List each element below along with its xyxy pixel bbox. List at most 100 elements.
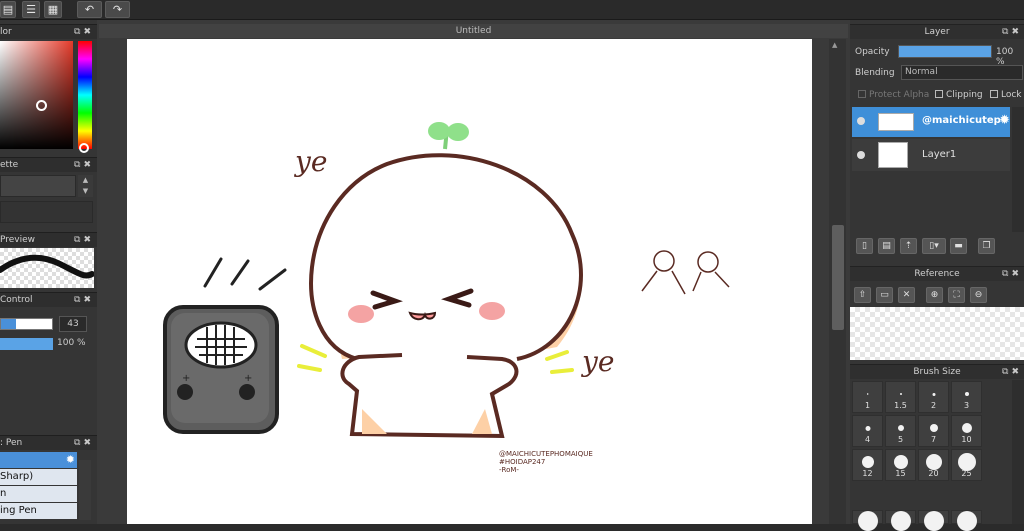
layer-name[interactable]: @maichicutep [922, 115, 1001, 126]
layer-row-selected[interactable]: @maichicutep ✹ [852, 107, 1010, 137]
brush-size-dot [857, 511, 878, 531]
panel-controls-icon[interactable]: ⧉✖ [1002, 365, 1022, 379]
brush-list-item[interactable]: ing Pen [0, 503, 77, 519]
brush-size-cell[interactable]: 4 [852, 415, 883, 447]
list-icon[interactable]: ☰ [22, 1, 40, 18]
brush-size-panel-header: Brush Size ⧉✖ [850, 364, 1024, 379]
brush-size-scrollbar[interactable] [1012, 380, 1024, 524]
watermark: @MAICHICUTEPHOMAIQUE #HOIDAP247 -RoM- [499, 450, 593, 474]
add-layer-menu-icon[interactable]: ▯▾ [922, 238, 946, 254]
brush-size-label: 20 [928, 469, 939, 478]
svg-text:+: + [244, 373, 252, 384]
zoom-out-icon[interactable]: ⊖ [970, 287, 987, 303]
color-picker-cursor[interactable] [36, 100, 47, 111]
new-layer-icon[interactable]: ▯ [856, 238, 873, 254]
brush-list-item[interactable]: Sharp) [0, 469, 77, 485]
brush-size-cell[interactable]: 1 [852, 381, 883, 413]
layer-panel-title: Layer [924, 27, 950, 37]
panel-controls-icon[interactable]: ⧉✖ [1002, 25, 1022, 39]
brush-list-selected-item[interactable]: ✹ [0, 452, 77, 468]
page-icon[interactable]: ▤ [0, 1, 16, 18]
scroll-up-icon[interactable]: ▲ [832, 41, 837, 49]
brush-list-item[interactable]: n [0, 486, 77, 502]
color-panel-title: lor [0, 27, 12, 37]
brush-size-label: 3 [963, 401, 970, 410]
brush-size-cell[interactable]: 12 [852, 449, 883, 481]
blending-label: Blending [855, 68, 895, 78]
brush-list-scrollbar[interactable] [79, 460, 91, 520]
brush-size-value[interactable]: 43 [59, 316, 87, 332]
ye-text-right: ye [580, 345, 614, 378]
document-tab[interactable]: Untitled [99, 24, 848, 38]
canvas-scroll-thumb[interactable] [832, 225, 844, 330]
protect-alpha-label: Protect Alpha [869, 90, 930, 100]
layer-list-scrollbar[interactable] [1012, 107, 1024, 232]
brush-size-cell[interactable] [951, 510, 982, 531]
reference-canvas[interactable] [850, 307, 1024, 360]
panel-controls-icon[interactable]: ⧉✖ [1002, 267, 1022, 281]
brush-size-cell[interactable]: 10 [951, 415, 982, 447]
gear-icon[interactable]: ✹ [66, 453, 75, 466]
brush-size-cell[interactable]: 2 [918, 381, 949, 413]
brush-size-cell[interactable]: 20 [918, 449, 949, 481]
panel-controls-icon[interactable]: ⧉✖ [74, 293, 94, 307]
duplicate-icon[interactable]: ❐ [978, 238, 995, 254]
zoom-in-icon[interactable]: ⊕ [926, 287, 943, 303]
brush-size-label: 12 [862, 469, 873, 478]
redo-icon[interactable]: ↷ [105, 1, 130, 18]
brush-size-slider[interactable] [0, 318, 53, 330]
sprout-drawing [428, 122, 469, 150]
brush-size-label: 4 [864, 435, 871, 444]
new-layer-copy-icon[interactable]: ▤ [878, 238, 895, 254]
blending-mode-select[interactable]: Normal [901, 65, 1023, 80]
brush-size-label: 2 [930, 401, 937, 410]
gear-icon[interactable]: ✹ [999, 113, 1010, 128]
brush-size-label: 1 [864, 401, 871, 410]
color-panel-header: lor ⧉✖ [0, 24, 97, 39]
palette-panel-header: ette ⧉✖ [0, 157, 97, 172]
folder-icon[interactable]: ▬ [950, 238, 967, 254]
layer-thumbnail [878, 113, 914, 131]
brush-size-cell[interactable]: 15 [885, 449, 916, 481]
protect-alpha-checkbox[interactable]: Protect Alpha [858, 90, 929, 100]
close-icon[interactable]: ✕ [898, 287, 915, 303]
panel-controls-icon[interactable]: ⧉✖ [74, 158, 94, 172]
palette-swatches[interactable] [0, 175, 76, 197]
brush-size-cell[interactable]: 1.5 [885, 381, 916, 413]
brush-size-cell[interactable]: 5 [885, 415, 916, 447]
brush-size-cell[interactable] [885, 510, 916, 531]
drawing-canvas[interactable]: + + ye ye @MAICHICUTEPHOMAIQUE #HOIDAP24… [127, 39, 812, 524]
upload-icon[interactable]: ⇧ [854, 287, 871, 303]
brush-size-cell[interactable]: 25 [951, 449, 982, 481]
brush-size-dot [861, 456, 874, 468]
visibility-eye-icon[interactable] [857, 117, 865, 125]
hue-slider-cursor[interactable] [79, 143, 89, 153]
brush-size-cell[interactable]: 3 [951, 381, 982, 413]
brush-size-label: 15 [895, 469, 906, 478]
visibility-eye-icon[interactable] [857, 151, 865, 159]
layer-name[interactable]: Layer1 [922, 149, 956, 160]
undo-icon[interactable]: ↶ [77, 1, 102, 18]
brush-opacity-slider[interactable] [0, 338, 53, 350]
clipping-checkbox[interactable]: Clipping [935, 90, 983, 100]
panel-controls-icon[interactable]: ⧉✖ [74, 436, 94, 450]
lock-checkbox[interactable]: Lock [990, 90, 1022, 100]
layer-thumbnail [878, 142, 908, 168]
brush-size-cell[interactable]: 7 [918, 415, 949, 447]
new-layer-up-icon[interactable]: ⇡ [900, 238, 917, 254]
hue-slider[interactable] [78, 41, 92, 149]
layer-opacity-slider[interactable] [898, 45, 992, 58]
panel-controls-icon[interactable]: ⧉✖ [74, 233, 94, 247]
watermark-line-1: @MAICHICUTEPHOMAIQUE [499, 450, 593, 458]
open-folder-icon[interactable]: ▭ [876, 287, 893, 303]
layer-row[interactable]: Layer1 [852, 139, 1010, 171]
color-saturation-square[interactable] [0, 41, 73, 149]
brush-size-cell[interactable] [852, 510, 883, 531]
palette-scroll-icon[interactable]: ▲ ▼ [78, 175, 93, 197]
fit-screen-icon[interactable]: ⛶ [948, 287, 965, 303]
brush-size-dot [925, 454, 942, 470]
grid-icon[interactable]: ▦ [44, 1, 62, 18]
layer-opacity-value: 100 % [996, 47, 1014, 67]
panel-controls-icon[interactable]: ⧉✖ [74, 25, 94, 39]
brush-size-cell[interactable] [918, 510, 949, 531]
